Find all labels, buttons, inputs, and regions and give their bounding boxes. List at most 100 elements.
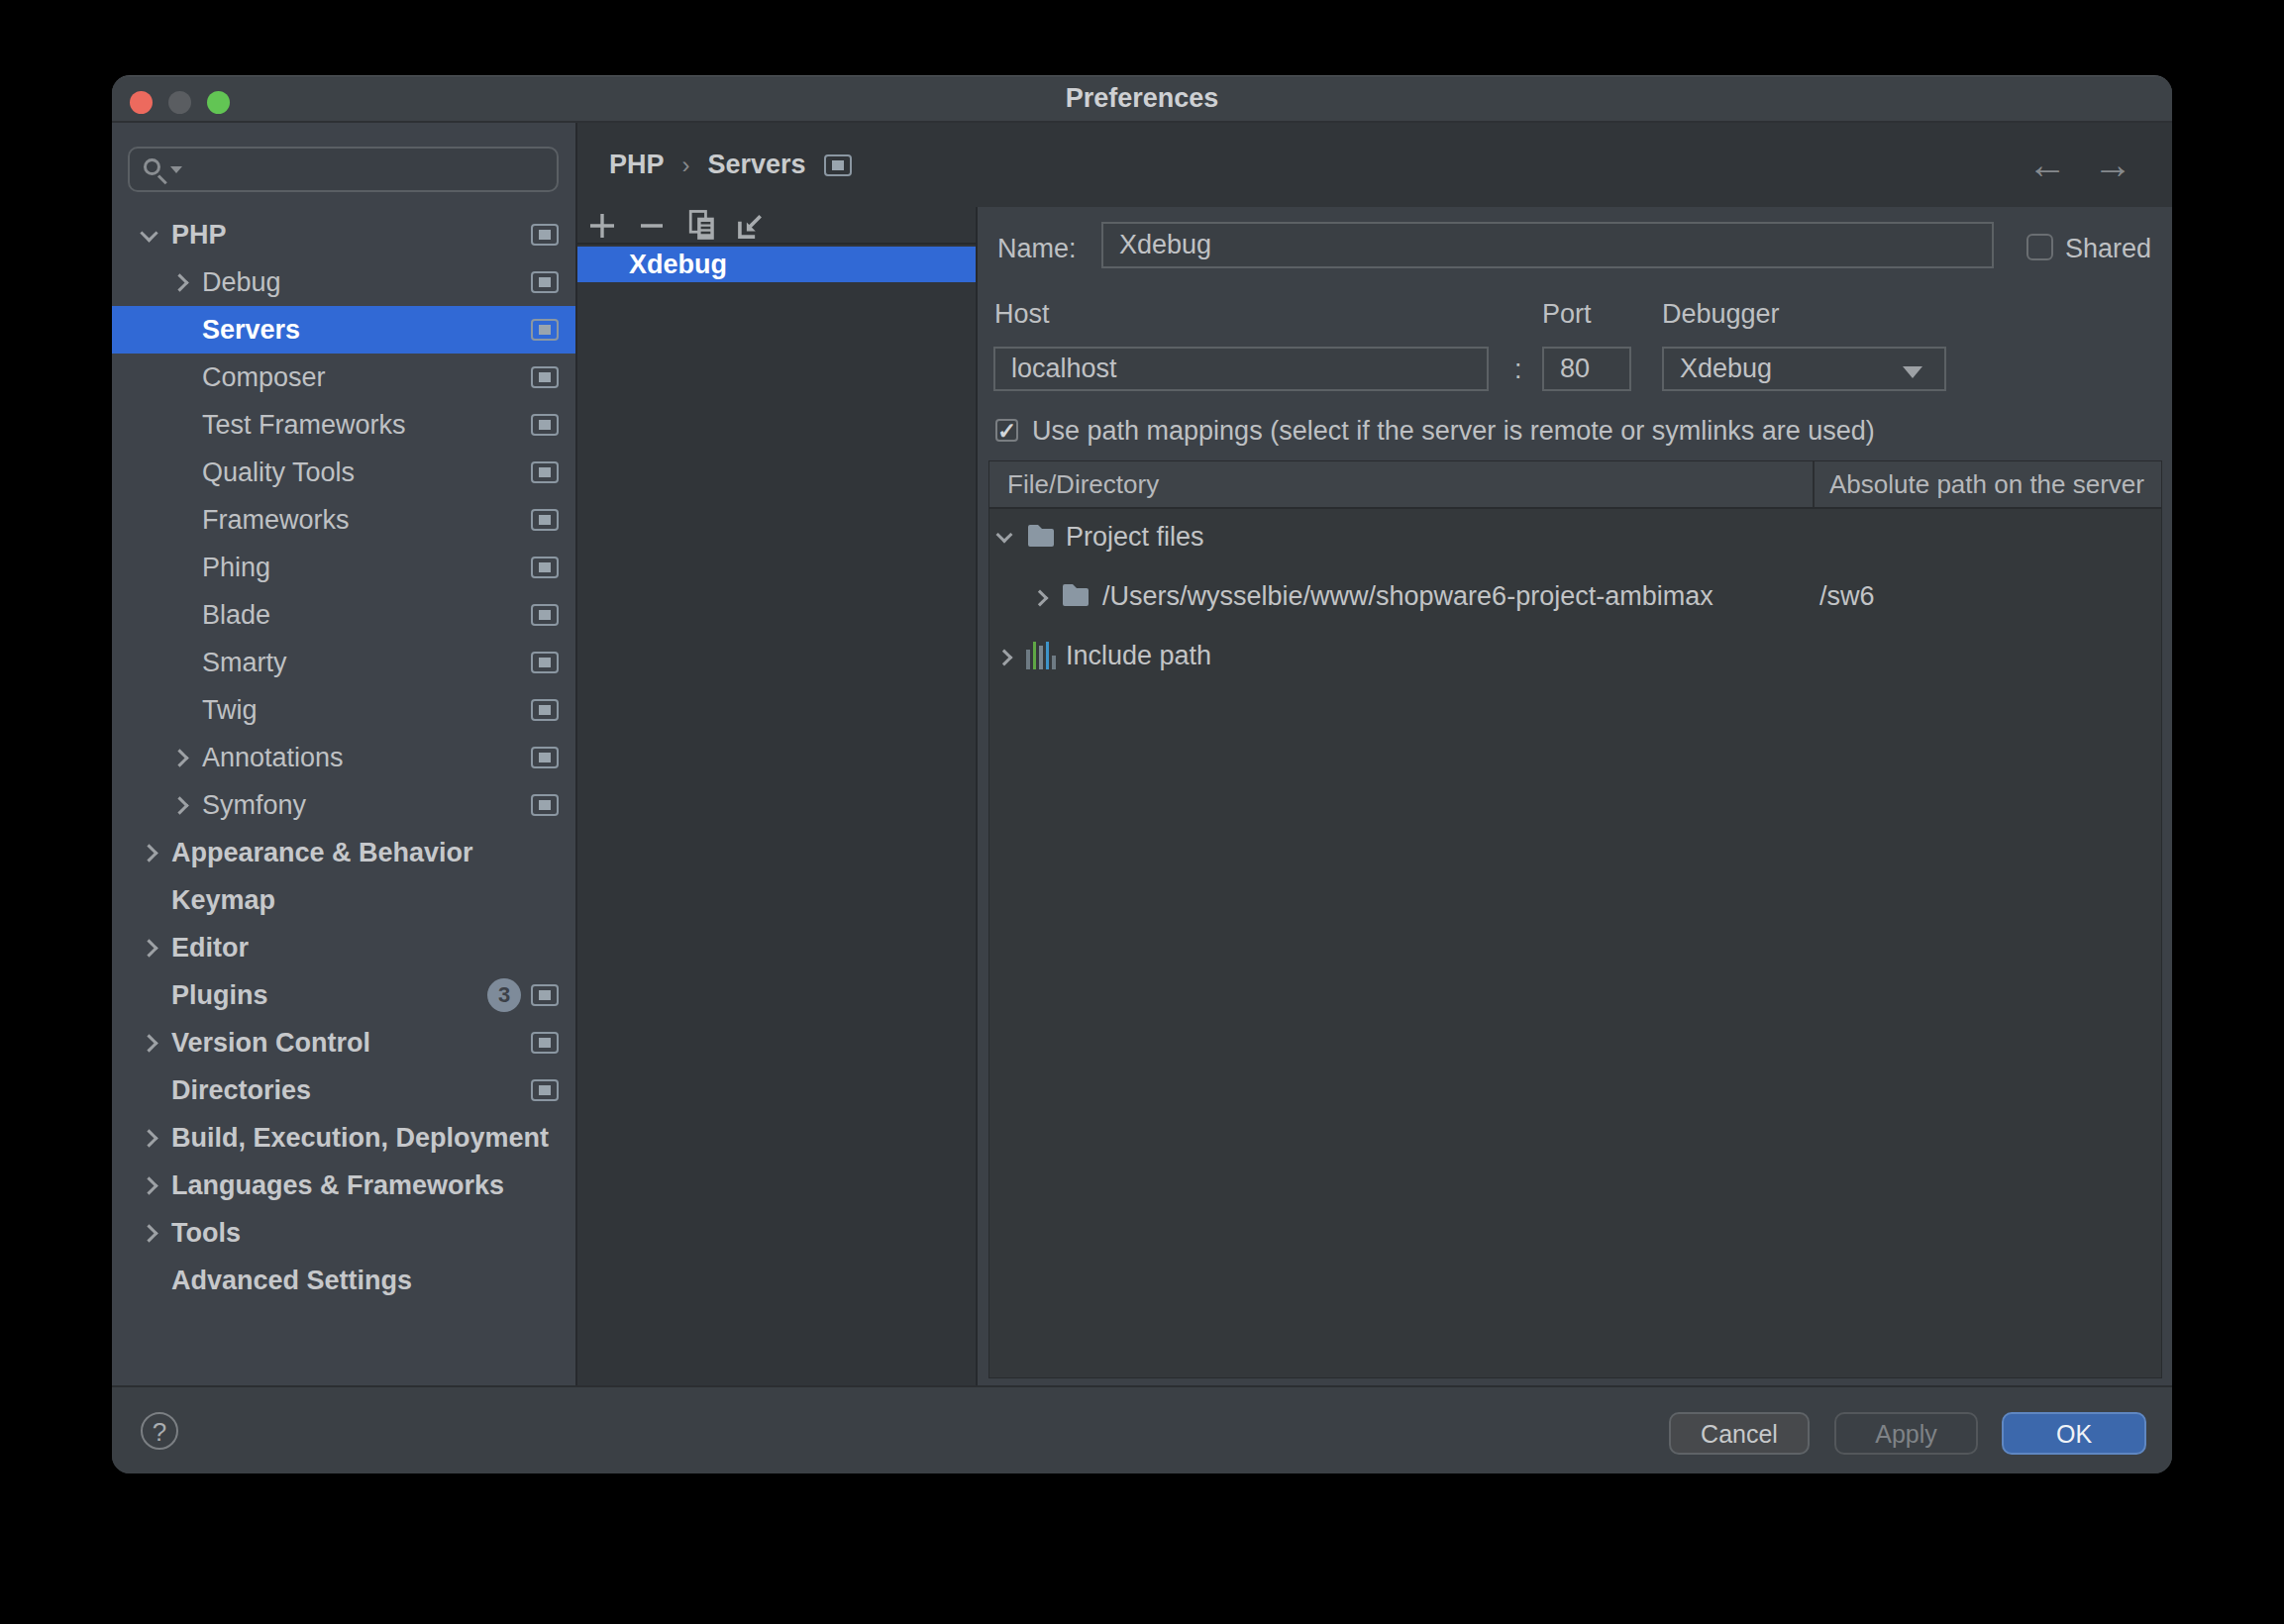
sidebar-item-build-execution-deployment[interactable]: Build, Execution, Deployment xyxy=(112,1114,575,1162)
server-detail-panel: Name: Xdebug Shared Host Port Debugger l… xyxy=(978,207,2172,1386)
sidebar-item-smarty[interactable]: Smarty xyxy=(112,639,575,686)
sidebar-item-label: Build, Execution, Deployment xyxy=(171,1123,549,1154)
debugger-dropdown[interactable]: Xdebug xyxy=(1662,347,1946,391)
sidebar-item-annotations[interactable]: Annotations xyxy=(112,734,575,781)
host-label: Host xyxy=(994,299,1050,330)
sidebar-item-directories[interactable]: Directories xyxy=(112,1066,575,1114)
name-field[interactable]: Xdebug xyxy=(1101,222,1994,268)
sidebar-item-tools[interactable]: Tools xyxy=(112,1209,575,1257)
sidebar-item-servers[interactable]: Servers xyxy=(112,306,575,354)
column-divider[interactable] xyxy=(1813,461,1815,507)
folder-icon xyxy=(1026,523,1056,549)
search-icon xyxy=(144,158,183,186)
chevron-right-icon[interactable] xyxy=(140,1034,157,1052)
path-mappings-checkbox[interactable]: ✓ xyxy=(995,419,1018,442)
sidebar-item-label: Languages & Frameworks xyxy=(171,1170,504,1201)
cancel-button[interactable]: Cancel xyxy=(1669,1412,1810,1455)
breadcrumb-php[interactable]: PHP xyxy=(609,150,665,180)
chevron-right-icon[interactable] xyxy=(170,749,188,766)
chevron-right-icon[interactable] xyxy=(140,844,157,862)
import-icon[interactable] xyxy=(733,208,769,244)
copy-icon[interactable] xyxy=(684,208,720,244)
sidebar-item-label: Plugins xyxy=(171,980,268,1011)
mapping-path: /sw6 xyxy=(1819,581,1875,612)
sidebar-item-plugins[interactable]: Plugins3 xyxy=(112,971,575,1019)
apply-button[interactable]: Apply xyxy=(1834,1412,1978,1455)
add-icon[interactable] xyxy=(584,208,620,244)
sidebar-item-label: Keymap xyxy=(171,885,275,916)
path-mappings-table: File/Directory Absolute path on the serv… xyxy=(988,460,2162,1378)
chevron-right-icon[interactable] xyxy=(140,1224,157,1242)
sidebar-item-appearance-behavior[interactable]: Appearance & Behavior xyxy=(112,829,575,876)
sidebar-item-version-control[interactable]: Version Control xyxy=(112,1019,575,1066)
chevron-right-icon[interactable] xyxy=(996,650,1013,666)
server-list-item[interactable]: Xdebug xyxy=(577,247,976,282)
include-path-icon xyxy=(1026,642,1056,669)
sidebar-item-composer[interactable]: Composer xyxy=(112,354,575,401)
chevron-right-icon[interactable] xyxy=(170,273,188,291)
debugger-label: Debugger xyxy=(1662,299,1780,330)
sidebar-item-label: Directories xyxy=(171,1075,311,1106)
breadcrumb-servers[interactable]: Servers xyxy=(708,150,806,180)
sidebar-item-label: Annotations xyxy=(202,743,344,773)
settings-page-icon xyxy=(531,652,559,673)
sidebar-item-test-frameworks[interactable]: Test Frameworks xyxy=(112,401,575,449)
chevron-right-icon[interactable] xyxy=(140,1176,157,1194)
chevron-down-icon[interactable] xyxy=(140,224,157,242)
col-absolute-path: Absolute path on the server xyxy=(1829,461,2144,507)
search-input[interactable] xyxy=(128,147,559,192)
chevron-right-icon[interactable] xyxy=(170,796,188,814)
path-mappings-label: Use path mappings (select if the server … xyxy=(1032,416,1875,447)
sidebar-item-label: PHP xyxy=(171,220,227,251)
sidebar-item-twig[interactable]: Twig xyxy=(112,686,575,734)
back-arrow-icon[interactable]: ← xyxy=(2027,143,2067,187)
col-file-directory: File/Directory xyxy=(1007,461,1159,507)
sidebar-item-php[interactable]: PHP xyxy=(112,211,575,258)
forward-arrow-icon[interactable]: → xyxy=(2093,143,2132,187)
host-field[interactable]: localhost xyxy=(993,347,1489,391)
sidebar-item-label: Test Frameworks xyxy=(202,410,406,441)
shared-label: Shared xyxy=(2065,234,2151,264)
settings-page-icon xyxy=(531,224,559,246)
sidebar-item-debug[interactable]: Debug xyxy=(112,258,575,306)
sidebar-item-label: Advanced Settings xyxy=(171,1266,412,1296)
sidebar-item-advanced-settings[interactable]: Advanced Settings xyxy=(112,1257,575,1304)
settings-page-icon xyxy=(531,461,559,483)
folder-icon xyxy=(1061,582,1090,608)
mapping-row[interactable]: Include path xyxy=(989,628,2161,687)
port-field[interactable]: 80 xyxy=(1542,347,1631,391)
ok-button[interactable]: OK xyxy=(2002,1412,2146,1455)
title-bar: Preferences xyxy=(112,76,2172,123)
sidebar-item-quality-tools[interactable]: Quality Tools xyxy=(112,449,575,496)
settings-page-icon xyxy=(531,1032,559,1054)
chevron-right-icon[interactable] xyxy=(1032,590,1049,607)
sidebar-item-editor[interactable]: Editor xyxy=(112,924,575,971)
host-port-colon: : xyxy=(1514,355,1522,385)
settings-page-icon xyxy=(531,604,559,626)
sidebar-item-symfony[interactable]: Symfony xyxy=(112,781,575,829)
sidebar-item-label: Servers xyxy=(202,315,300,346)
settings-page-icon xyxy=(531,747,559,768)
mapping-row[interactable]: Project files xyxy=(989,509,2161,568)
settings-page-icon xyxy=(531,366,559,388)
name-label: Name: xyxy=(997,234,1077,264)
help-button[interactable]: ? xyxy=(141,1412,178,1450)
breadcrumb: PHP › Servers ← → xyxy=(577,123,2172,207)
chevron-down-icon[interactable] xyxy=(996,527,1013,544)
chevron-down-icon xyxy=(1903,366,1922,378)
sidebar-item-keymap[interactable]: Keymap xyxy=(112,876,575,924)
sidebar-item-label: Version Control xyxy=(171,1028,370,1059)
chevron-right-icon[interactable] xyxy=(140,1129,157,1147)
chevron-right-icon[interactable] xyxy=(140,939,157,957)
mapping-name: Project files xyxy=(1066,522,1204,553)
sidebar-item-phing[interactable]: Phing xyxy=(112,544,575,591)
shared-checkbox[interactable] xyxy=(2026,234,2053,260)
sidebar-item-label: Composer xyxy=(202,362,326,393)
remove-icon[interactable] xyxy=(634,208,670,244)
table-header: File/Directory Absolute path on the serv… xyxy=(989,461,2161,509)
mapping-row[interactable]: /Users/wysselbie/www/shopware6-project-a… xyxy=(989,568,2161,628)
sidebar-item-blade[interactable]: Blade xyxy=(112,591,575,639)
settings-page-icon xyxy=(531,1079,559,1101)
sidebar-item-languages-frameworks[interactable]: Languages & Frameworks xyxy=(112,1162,575,1209)
sidebar-item-frameworks[interactable]: Frameworks xyxy=(112,496,575,544)
